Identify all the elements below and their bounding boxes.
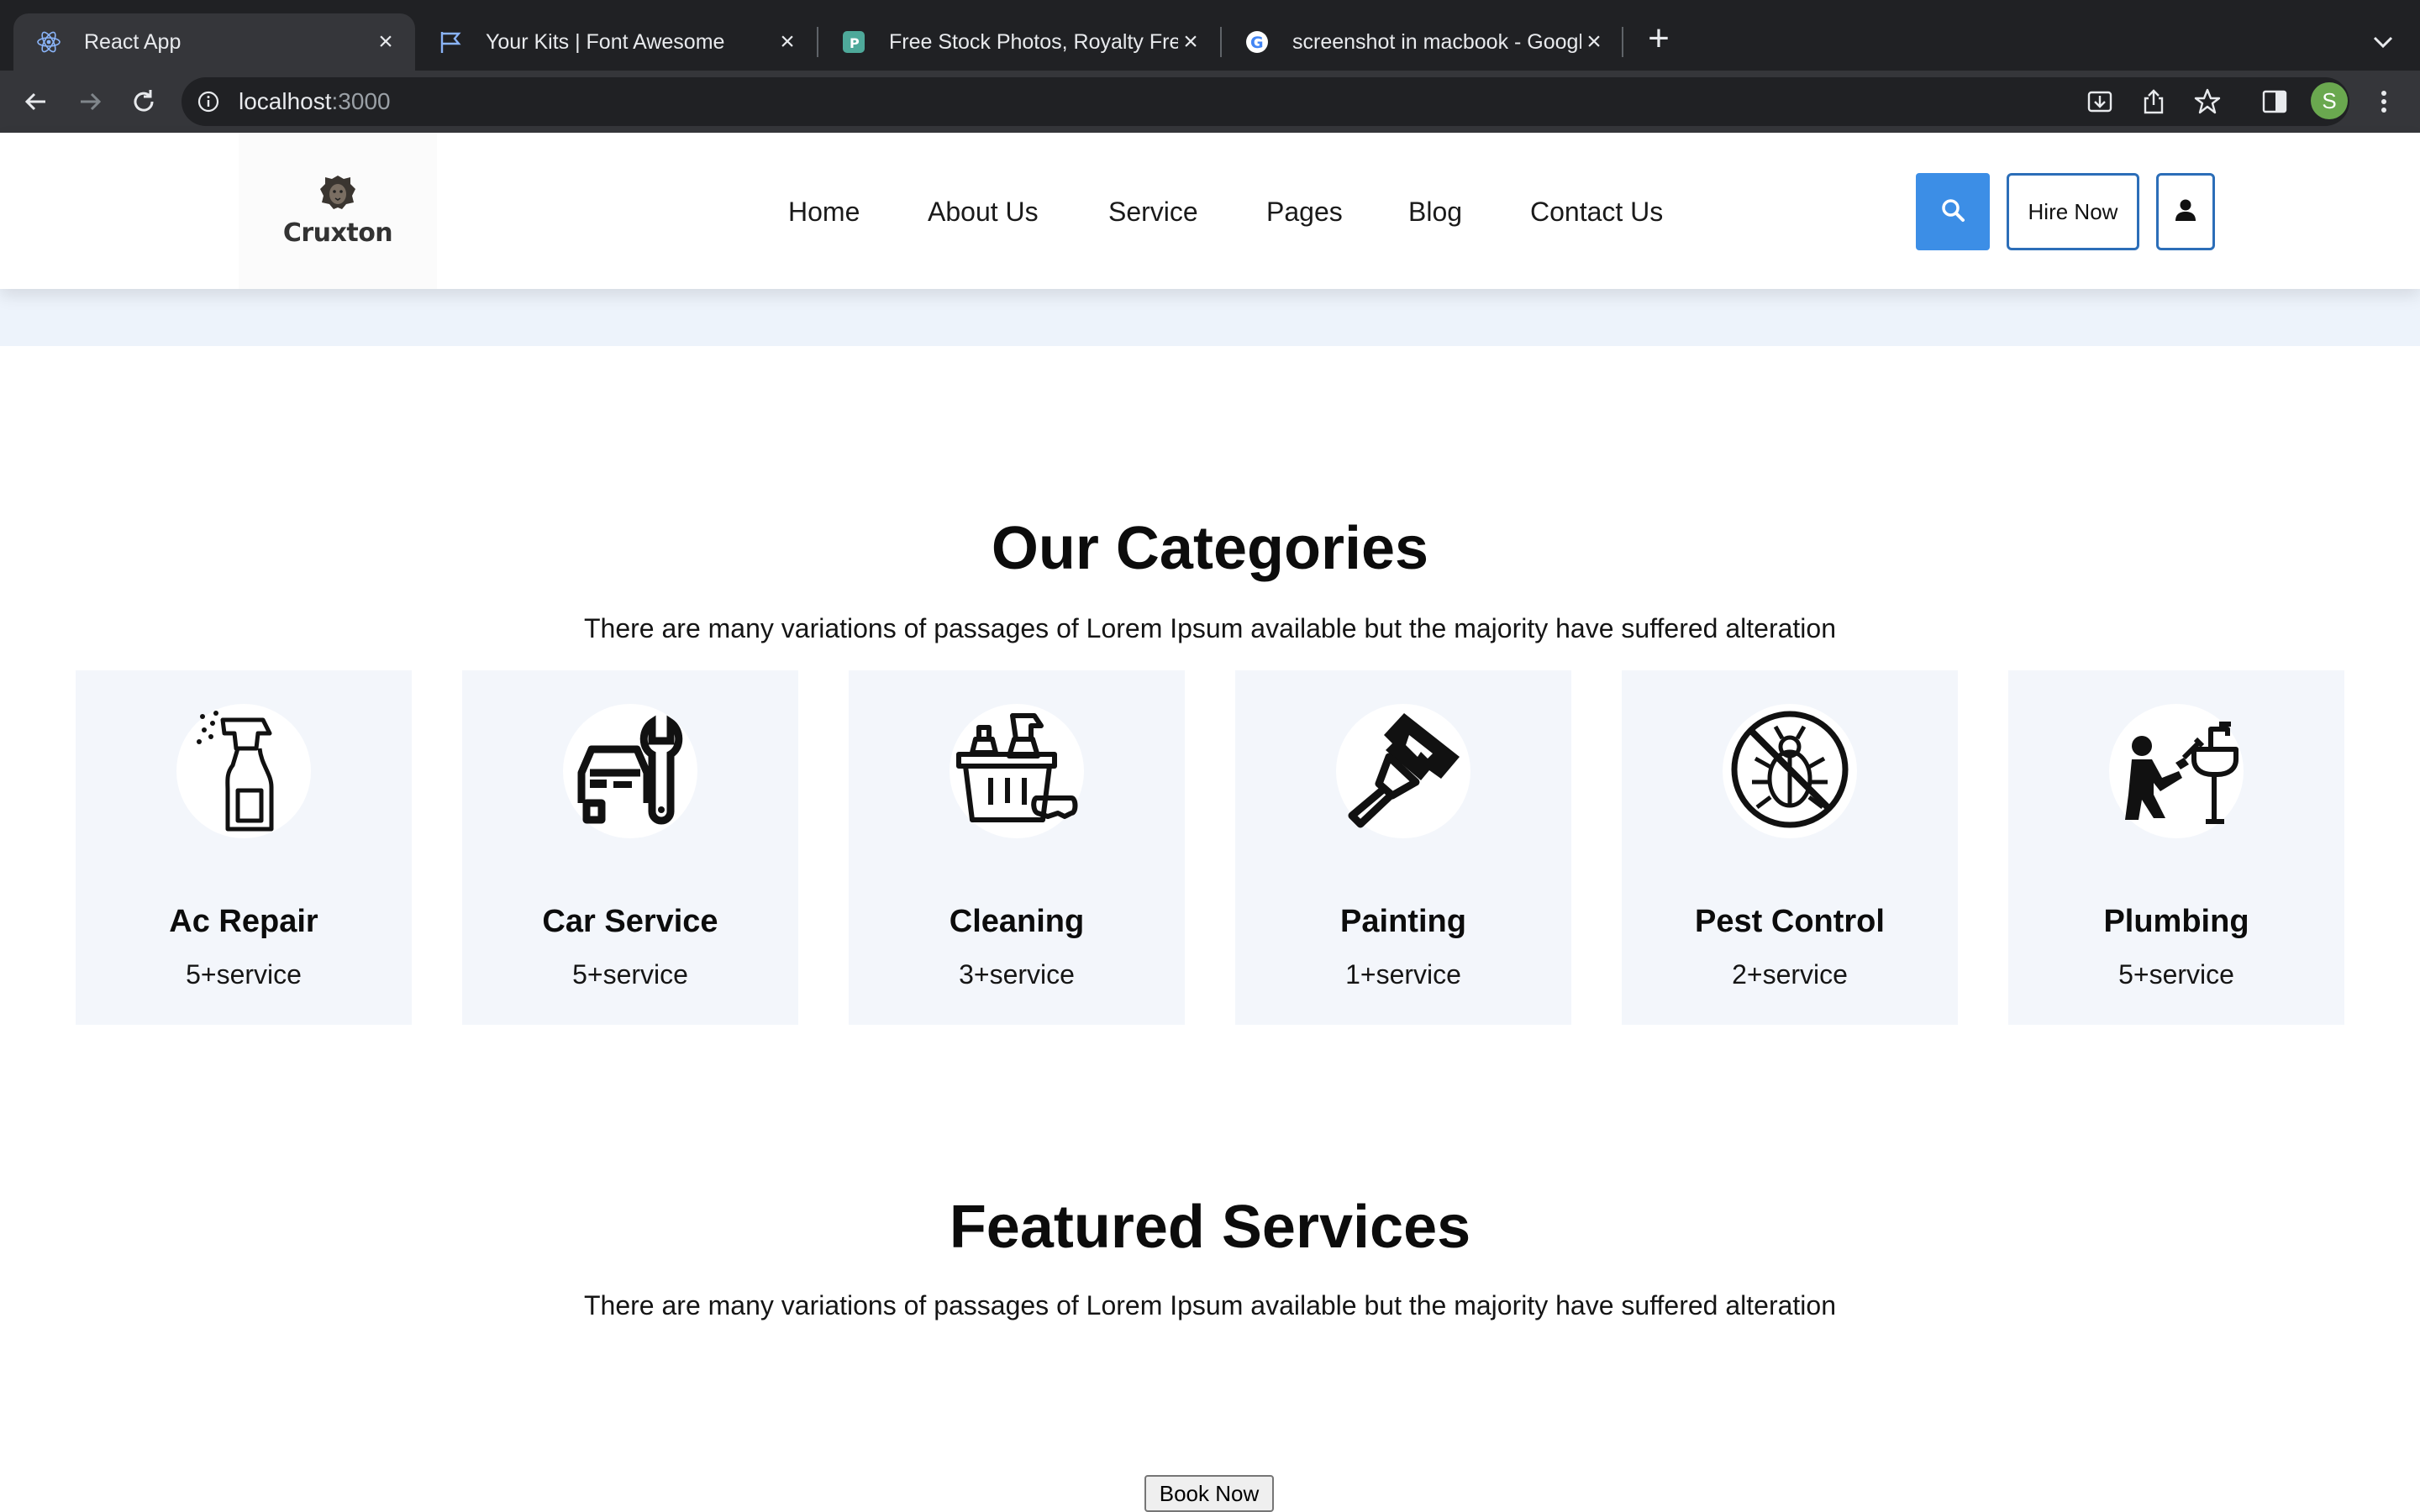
- featured-title: Featured Services: [949, 1194, 1471, 1261]
- reload-button[interactable]: [126, 84, 161, 119]
- pexels-icon: P: [840, 29, 867, 55]
- account-button[interactable]: [2156, 173, 2215, 250]
- category-card-plumbing[interactable]: Plumbing 5+service: [2008, 670, 2344, 1025]
- address-bar[interactable]: localhost:3000: [182, 77, 2349, 126]
- side-panel-icon[interactable]: [2257, 84, 2292, 119]
- category-name: Painting: [1340, 904, 1466, 939]
- tab-title: React App: [84, 29, 182, 54]
- plumber-icon: [2113, 711, 2239, 832]
- hire-now-button[interactable]: Hire Now: [2007, 173, 2139, 250]
- category-count: 5+service: [572, 959, 688, 990]
- hero-band: [0, 289, 2420, 346]
- icon-circle: [563, 704, 697, 838]
- icon-circle: [2109, 704, 2244, 838]
- nav-home[interactable]: Home: [788, 197, 860, 228]
- paint-brush-icon: [1340, 706, 1466, 837]
- tab-bar: React App × Your Kits | Font Awesome × P…: [0, 0, 2420, 71]
- icon-circle: [1723, 704, 1857, 838]
- svg-text:G: G: [1250, 34, 1264, 52]
- nav-blog[interactable]: Blog: [1408, 197, 1462, 228]
- svg-text:P: P: [850, 35, 860, 51]
- category-count: 1+service: [1345, 959, 1461, 990]
- tab-font-awesome[interactable]: Your Kits | Font Awesome ×: [415, 13, 817, 71]
- flag-icon: [437, 29, 464, 55]
- install-icon[interactable]: [2082, 84, 2118, 119]
- logo-text: Cruxton: [282, 218, 393, 248]
- info-icon[interactable]: [197, 90, 220, 113]
- star-icon[interactable]: [2190, 84, 2225, 119]
- category-name: Pest Control: [1695, 904, 1885, 939]
- close-icon[interactable]: ×: [1178, 28, 1203, 55]
- close-icon[interactable]: ×: [775, 28, 800, 55]
- categories-title: Our Categories: [991, 515, 1429, 582]
- tab-title: screenshot in macbook - Google: [1292, 29, 1581, 54]
- tab-title: Free Stock Photos, Royalty Free: [889, 29, 1178, 54]
- nav-about-us[interactable]: About Us: [928, 197, 1039, 228]
- tab-separator: [1622, 27, 1623, 57]
- category-name: Ac Repair: [169, 904, 318, 939]
- category-count: 5+service: [2118, 959, 2234, 990]
- lion-icon: [318, 174, 357, 215]
- chevron-down-icon[interactable]: [2366, 25, 2400, 59]
- share-icon[interactable]: [2136, 84, 2171, 119]
- cleaning-bucket-icon: [954, 702, 1080, 841]
- more-icon[interactable]: [2366, 84, 2402, 119]
- category-name: Cleaning: [949, 904, 1085, 939]
- categories-subtitle: There are many variations of passages of…: [584, 613, 1836, 643]
- no-bug-icon: [1727, 706, 1853, 837]
- category-count: 3+service: [959, 959, 1075, 990]
- browser-chrome: React App × Your Kits | Font Awesome × P…: [0, 0, 2420, 133]
- search-icon: [1940, 197, 1965, 227]
- url-host: localhost: [239, 88, 332, 114]
- tab-title: Your Kits | Font Awesome: [486, 29, 725, 54]
- nav-pages[interactable]: Pages: [1266, 197, 1343, 228]
- google-icon: G: [1244, 29, 1270, 55]
- profile-avatar[interactable]: S: [2311, 82, 2348, 119]
- book-now-button[interactable]: Book Now: [1144, 1475, 1274, 1512]
- new-tab-button[interactable]: +: [1640, 20, 1677, 59]
- tab-google[interactable]: G screenshot in macbook - Google ×: [1222, 13, 1623, 71]
- category-card-painting[interactable]: Painting 1+service: [1235, 670, 1571, 1025]
- icon-circle: [950, 704, 1084, 838]
- nav-contact-us[interactable]: Contact Us: [1530, 197, 1663, 228]
- tab-pexels[interactable]: P Free Stock Photos, Royalty Free ×: [818, 13, 1220, 71]
- search-button[interactable]: [1916, 173, 1990, 250]
- car-wrench-icon: [571, 711, 689, 832]
- icon-circle: [1336, 704, 1470, 838]
- logo[interactable]: Cruxton: [239, 133, 437, 289]
- nav-service[interactable]: Service: [1108, 197, 1198, 228]
- browser-toolbar: localhost:3000 S: [0, 71, 2420, 133]
- category-card-car-service[interactable]: Car Service 5+service: [462, 670, 798, 1025]
- back-button[interactable]: [18, 84, 54, 119]
- spray-bottle-icon: [189, 706, 298, 837]
- category-name: Plumbing: [2103, 904, 2249, 939]
- close-icon[interactable]: ×: [1581, 28, 1607, 55]
- site-header: Cruxton Home About Us Service Pages Blog…: [0, 133, 2420, 289]
- tab-react-app[interactable]: React App ×: [13, 13, 415, 71]
- category-card-pest-control[interactable]: Pest Control 2+service: [1622, 670, 1958, 1025]
- category-card-cleaning[interactable]: Cleaning 3+service: [849, 670, 1185, 1025]
- category-name: Car Service: [542, 904, 718, 939]
- category-card-ac-repair[interactable]: Ac Repair 5+service: [76, 670, 412, 1025]
- forward-button[interactable]: [72, 84, 108, 119]
- category-count: 5+service: [186, 959, 302, 990]
- react-icon: [35, 29, 62, 55]
- close-icon[interactable]: ×: [373, 28, 398, 55]
- url-text: localhost:3000: [239, 88, 391, 115]
- category-count: 2+service: [1732, 959, 1848, 990]
- url-port: :3000: [331, 88, 391, 114]
- user-icon: [2175, 198, 2196, 226]
- featured-subtitle: There are many variations of passages of…: [584, 1290, 1836, 1320]
- icon-circle: [176, 704, 311, 838]
